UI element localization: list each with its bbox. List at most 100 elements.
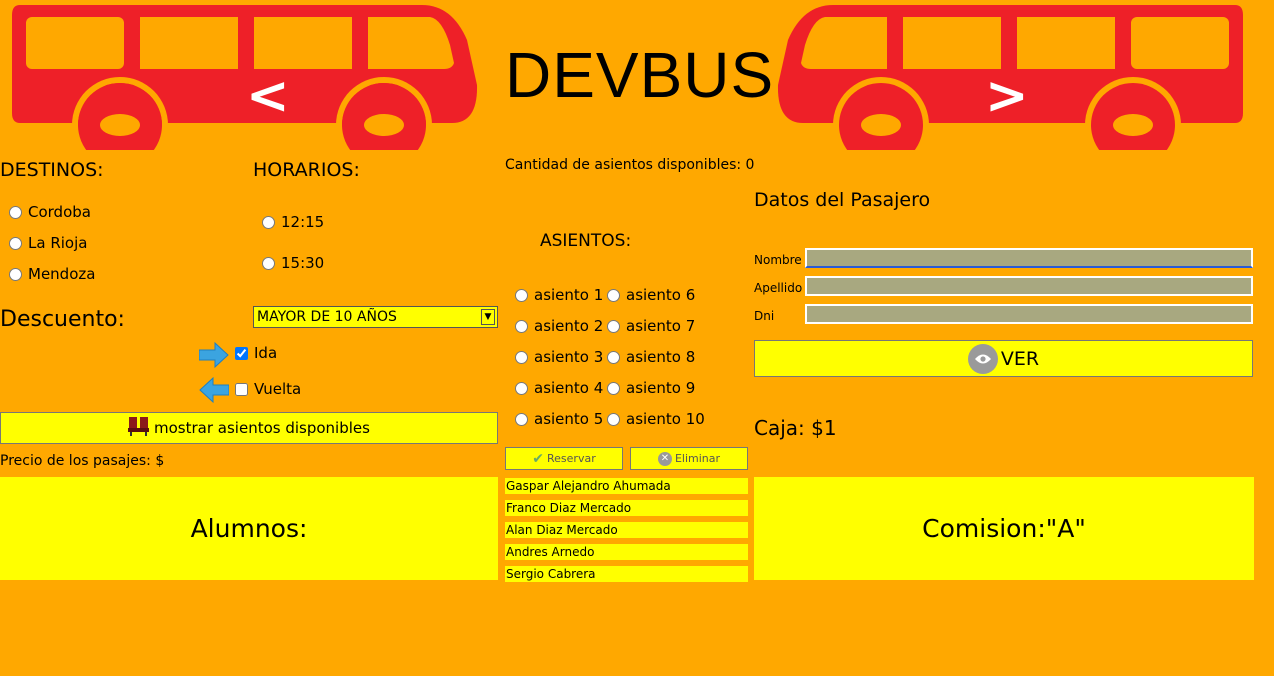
- asiento-5[interactable]: asiento 5: [515, 410, 603, 428]
- precio-label: Precio de los pasajes:: [0, 453, 151, 469]
- comision-label: Comision:"A": [922, 514, 1086, 543]
- asiento-4[interactable]: asiento 4: [515, 379, 603, 397]
- bus-left-icon[interactable]: <: [12, 5, 478, 150]
- asientos-disponibles-value: 0: [745, 157, 755, 173]
- asiento-label: asiento 1: [534, 286, 604, 304]
- asiento-10-radio[interactable]: [607, 412, 620, 426]
- precio-row: Precio de los pasajes: $: [0, 453, 164, 469]
- apellido-input[interactable]: [805, 276, 1253, 296]
- ida-label: Ida: [254, 344, 278, 362]
- asiento-7-radio[interactable]: [607, 319, 620, 333]
- destinos-heading: DESTINOS:: [0, 159, 104, 181]
- list-item: Andres Arnedo: [505, 544, 748, 560]
- asiento-10[interactable]: asiento 10: [607, 410, 705, 428]
- pasajero-heading: Datos del Pasajero: [754, 189, 931, 211]
- eliminar-label: Eliminar: [674, 452, 721, 465]
- precio-value: $: [155, 453, 165, 469]
- horario-1215[interactable]: 12:15: [262, 213, 324, 231]
- asiento-label: asiento 4: [534, 379, 604, 397]
- horarios-heading: HORARIOS:: [253, 159, 360, 181]
- asiento-label: asiento 10: [626, 410, 705, 428]
- asientos-disponibles-label: Cantidad de asientos disponibles:: [505, 157, 742, 173]
- destino-cordoba-radio[interactable]: [9, 205, 22, 219]
- ida-option[interactable]: Ida: [235, 344, 277, 362]
- ida-checkbox[interactable]: [235, 346, 248, 360]
- arrow-left-icon: [199, 376, 230, 408]
- caja-label: Caja:: [754, 416, 805, 440]
- asiento-3-radio[interactable]: [515, 350, 528, 364]
- asiento-4-radio[interactable]: [515, 381, 528, 395]
- dni-input[interactable]: [805, 304, 1253, 324]
- seats-icon: [128, 415, 150, 441]
- reservar-button[interactable]: ✔ Reservar: [505, 447, 623, 470]
- ver-label: VER: [1000, 347, 1040, 370]
- list-item: Gaspar Alejandro Ahumada: [505, 478, 748, 494]
- reservar-label: Reservar: [547, 452, 596, 465]
- asiento-label: asiento 6: [626, 286, 696, 304]
- apellido-label: Apellido: [754, 281, 803, 295]
- asiento-6[interactable]: asiento 6: [607, 286, 695, 304]
- app-title: DEVBUS: [505, 39, 775, 111]
- asiento-label: asiento 7: [626, 317, 696, 335]
- arrow-right-icon: [198, 341, 229, 373]
- nombre-label: Nombre: [754, 253, 802, 267]
- asiento-label: asiento 9: [626, 379, 696, 397]
- cancel-icon: ✕: [657, 451, 672, 466]
- bus-right-icon[interactable]: >: [777, 5, 1243, 150]
- list-item: Franco Diaz Mercado: [505, 500, 748, 516]
- descuento-select[interactable]: MAYOR DE 10 AÑOS ▼: [253, 306, 498, 328]
- destino-label: Mendoza: [28, 265, 96, 283]
- horario-1530[interactable]: 15:30: [262, 254, 324, 272]
- asiento-8[interactable]: asiento 8: [607, 348, 695, 366]
- bus-left-label: <: [246, 66, 290, 126]
- destino-label: Cordoba: [28, 203, 91, 221]
- asiento-7[interactable]: asiento 7: [607, 317, 695, 335]
- asiento-2[interactable]: asiento 2: [515, 317, 603, 335]
- asiento-9[interactable]: asiento 9: [607, 379, 695, 397]
- horario-label: 15:30: [281, 254, 325, 272]
- vuelta-option[interactable]: Vuelta: [235, 380, 301, 398]
- nombre-input[interactable]: [805, 248, 1253, 268]
- asiento-2-radio[interactable]: [515, 319, 528, 333]
- asiento-3[interactable]: asiento 3: [515, 348, 603, 366]
- alumnos-label: Alumnos:: [190, 514, 308, 543]
- caja-row: Caja: $1: [754, 416, 837, 440]
- asiento-label: asiento 2: [534, 317, 604, 335]
- asiento-1-radio[interactable]: [515, 288, 528, 302]
- asiento-5-radio[interactable]: [515, 412, 528, 426]
- horario-1530-radio[interactable]: [262, 256, 275, 270]
- eye-icon: [967, 343, 998, 374]
- check-icon: ✔: [532, 450, 544, 467]
- horario-1215-radio[interactable]: [262, 215, 275, 229]
- vuelta-label: Vuelta: [254, 380, 302, 398]
- eliminar-button[interactable]: ✕ Eliminar: [630, 447, 748, 470]
- destino-mendoza[interactable]: Mendoza: [9, 265, 95, 283]
- list-item: Sergio Cabrera: [505, 566, 748, 582]
- destino-la-rioja[interactable]: La Rioja: [9, 234, 87, 252]
- ver-button[interactable]: VER: [754, 340, 1253, 377]
- dni-label: Dni: [754, 309, 775, 323]
- asiento-label: asiento 3: [534, 348, 604, 366]
- mostrar-asientos-button[interactable]: mostrar asientos disponibles: [0, 412, 498, 444]
- mostrar-asientos-label: mostrar asientos disponibles: [154, 419, 370, 437]
- horario-label: 12:15: [281, 213, 325, 231]
- asiento-6-radio[interactable]: [607, 288, 620, 302]
- descuento-label: Descuento:: [0, 307, 125, 332]
- asiento-1[interactable]: asiento 1: [515, 286, 603, 304]
- alumnos-panel: Alumnos:: [0, 477, 498, 580]
- asiento-9-radio[interactable]: [607, 381, 620, 395]
- destino-label: La Rioja: [28, 234, 88, 252]
- asientos-disponibles: Cantidad de asientos disponibles: 0: [505, 157, 754, 173]
- bus-right-label: >: [985, 66, 1029, 126]
- comision-panel: Comision:"A": [754, 477, 1254, 580]
- asiento-8-radio[interactable]: [607, 350, 620, 364]
- vuelta-checkbox[interactable]: [235, 382, 248, 396]
- destino-mendoza-radio[interactable]: [9, 267, 22, 281]
- descuento-selected: MAYOR DE 10 AÑOS: [257, 309, 397, 325]
- asientos-heading: ASIENTOS:: [540, 231, 632, 251]
- caja-value: $1: [811, 416, 837, 440]
- asiento-label: asiento 8: [626, 348, 696, 366]
- chevron-down-icon[interactable]: ▼: [481, 309, 495, 325]
- destino-la-rioja-radio[interactable]: [9, 236, 22, 250]
- destino-cordoba[interactable]: Cordoba: [9, 203, 91, 221]
